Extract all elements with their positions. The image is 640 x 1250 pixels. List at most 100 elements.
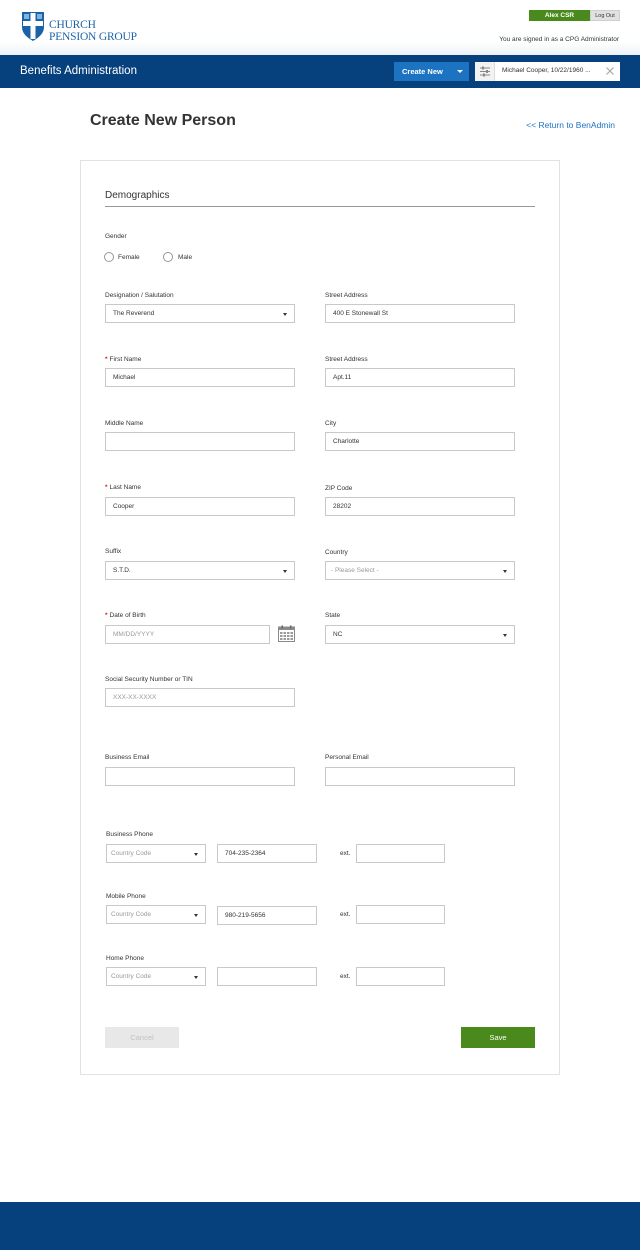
chevron-down-icon bbox=[457, 70, 463, 73]
middle-name-label: Middle Name bbox=[105, 420, 144, 427]
designation-label: Designation / Salutation bbox=[105, 292, 174, 299]
first-name-input[interactable]: Michael bbox=[105, 368, 295, 387]
country-placeholder: - Please Select - bbox=[331, 567, 379, 574]
ext-label: ext. bbox=[340, 973, 351, 980]
save-button[interactable]: Save bbox=[461, 1027, 535, 1048]
app-title: Benefits Administration bbox=[20, 65, 137, 77]
zip-code-value: 28202 bbox=[333, 503, 352, 510]
date-of-birth-input[interactable]: MM/DD/YYYY bbox=[105, 625, 270, 644]
ssn-input[interactable]: XXX-XX-XXXX bbox=[105, 688, 295, 707]
gender-label: Gender bbox=[105, 233, 127, 240]
create-new-button[interactable]: Create New bbox=[394, 62, 469, 81]
date-of-birth-label-text: Date of Birth bbox=[109, 612, 146, 619]
close-icon[interactable] bbox=[605, 66, 615, 76]
state-label: State bbox=[325, 612, 341, 619]
male-radio-label: Male bbox=[178, 254, 193, 261]
suffix-label: Suffix bbox=[105, 548, 122, 555]
ext-label: ext. bbox=[340, 850, 351, 857]
mobile-phone-country-code-select[interactable]: Country Code bbox=[106, 905, 206, 924]
country-code-placeholder: Country Code bbox=[111, 911, 152, 918]
calendar-icon[interactable] bbox=[278, 625, 295, 642]
signed-in-status: You are signed in as a CPG Administrator bbox=[499, 36, 619, 43]
state-select[interactable]: NC bbox=[325, 625, 515, 644]
mobile-phone-ext-input[interactable] bbox=[356, 905, 445, 924]
business-phone-number-value: 704-235-2364 bbox=[225, 850, 266, 857]
last-name-value: Cooper bbox=[113, 503, 135, 510]
home-phone-ext-input[interactable] bbox=[356, 967, 445, 986]
designation-select[interactable]: The Reverend bbox=[105, 304, 295, 323]
shield-cross-icon bbox=[22, 12, 44, 41]
required-marker: * bbox=[105, 356, 108, 363]
first-name-label: * First Name bbox=[105, 356, 141, 363]
mobile-phone-number-input[interactable]: 980-219-5656 bbox=[217, 906, 317, 925]
required-marker: * bbox=[105, 612, 108, 619]
chevron-down-icon bbox=[503, 634, 507, 637]
country-label: Country bbox=[325, 549, 348, 556]
mobile-phone-number-value: 980-219-5656 bbox=[225, 912, 266, 919]
business-phone-label: Business Phone bbox=[106, 831, 153, 838]
logo-line-2: PENSION GROUP bbox=[49, 31, 137, 43]
street-address-1-label: Street Address bbox=[325, 292, 368, 299]
last-name-input[interactable]: Cooper bbox=[105, 497, 295, 516]
street-address-2-label: Street Address bbox=[325, 356, 368, 363]
suffix-select[interactable]: S.T.D. bbox=[105, 561, 295, 580]
ssn-placeholder: XXX-XX-XXXX bbox=[113, 694, 157, 701]
ext-label: ext. bbox=[340, 911, 351, 918]
person-search-field[interactable]: Michael Cooper, 10/22/1960 ... bbox=[475, 62, 620, 81]
mobile-phone-label: Mobile Phone bbox=[106, 893, 146, 900]
state-value: NC bbox=[333, 631, 343, 638]
user-menu-button[interactable]: Alex CSR bbox=[529, 10, 590, 21]
chevron-down-icon bbox=[283, 313, 287, 316]
last-name-label: * Last Name bbox=[105, 484, 141, 491]
first-name-label-text: First Name bbox=[109, 356, 142, 363]
top-header: CHURCH PENSION GROUP Alex CSR Log Out Yo… bbox=[0, 0, 640, 55]
home-phone-label: Home Phone bbox=[106, 955, 144, 962]
street-address-2-value: Apt.11 bbox=[333, 374, 352, 381]
city-input[interactable]: Charlotte bbox=[325, 432, 515, 451]
date-of-birth-placeholder: MM/DD/YYYY bbox=[113, 631, 155, 638]
navigation-bar: Benefits Administration Create New Micha… bbox=[0, 55, 640, 88]
middle-name-input[interactable] bbox=[105, 432, 295, 451]
filter-icon[interactable] bbox=[475, 62, 495, 81]
section-title: Demographics bbox=[105, 190, 170, 201]
country-code-placeholder: Country Code bbox=[111, 973, 152, 980]
date-of-birth-label: * Date of Birth bbox=[105, 612, 146, 619]
page-footer bbox=[0, 1202, 640, 1250]
country-select[interactable]: - Please Select - bbox=[325, 561, 515, 580]
male-radio[interactable] bbox=[163, 252, 173, 262]
street-address-1-input[interactable]: 400 E Stonewall St bbox=[325, 304, 515, 323]
city-label: City bbox=[325, 420, 337, 427]
return-to-benadmin-link[interactable]: << Return to BenAdmin bbox=[526, 120, 615, 130]
street-address-2-input[interactable]: Apt.11 bbox=[325, 368, 515, 387]
cancel-button[interactable]: Cancel bbox=[105, 1027, 179, 1048]
home-phone-country-code-select[interactable]: Country Code bbox=[106, 967, 206, 986]
chevron-down-icon bbox=[503, 570, 507, 573]
section-divider bbox=[105, 206, 535, 207]
logo-text: CHURCH PENSION GROUP bbox=[49, 19, 137, 43]
female-radio[interactable] bbox=[104, 252, 114, 262]
business-phone-ext-input[interactable] bbox=[356, 844, 445, 863]
personal-email-input[interactable] bbox=[325, 767, 515, 786]
female-radio-label: Female bbox=[118, 254, 140, 261]
church-pension-group-logo[interactable]: CHURCH PENSION GROUP bbox=[20, 10, 140, 44]
personal-email-label: Personal Email bbox=[325, 754, 369, 761]
zip-code-input[interactable]: 28202 bbox=[325, 497, 515, 516]
business-phone-number-input[interactable]: 704-235-2364 bbox=[217, 844, 317, 863]
city-value: Charlotte bbox=[333, 438, 360, 445]
designation-value: The Reverend bbox=[113, 310, 155, 317]
logout-button[interactable]: Log Out bbox=[590, 10, 620, 21]
ssn-label: Social Security Number or TIN bbox=[105, 676, 193, 683]
page-title: Create New Person bbox=[90, 112, 236, 129]
suffix-value: S.T.D. bbox=[113, 567, 131, 574]
country-code-placeholder: Country Code bbox=[111, 850, 152, 857]
chevron-down-icon bbox=[283, 570, 287, 573]
business-email-input[interactable] bbox=[105, 767, 295, 786]
required-marker: * bbox=[105, 484, 108, 491]
business-phone-country-code-select[interactable]: Country Code bbox=[106, 844, 206, 863]
business-email-label: Business Email bbox=[105, 754, 150, 761]
street-address-1-value: 400 E Stonewall St bbox=[333, 310, 388, 317]
chevron-down-icon bbox=[194, 914, 198, 917]
home-phone-number-input[interactable] bbox=[217, 967, 317, 986]
create-new-label: Create New bbox=[402, 67, 443, 76]
chevron-down-icon bbox=[194, 976, 198, 979]
